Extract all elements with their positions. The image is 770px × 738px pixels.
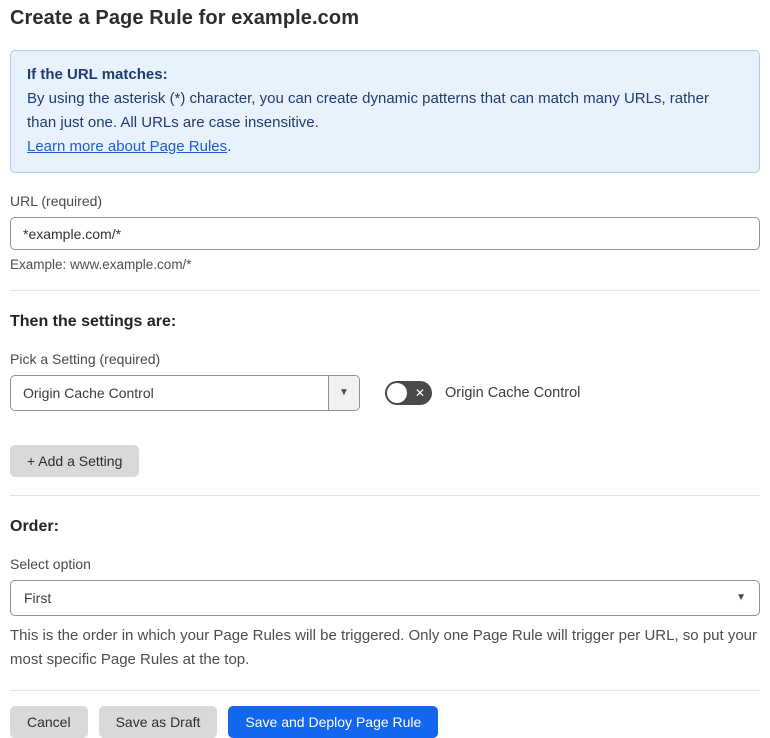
setting-select-value: Origin Cache Control (23, 385, 154, 401)
save-and-deploy-button[interactable]: Save and Deploy Page Rule (228, 706, 439, 738)
info-box-body: By using the asterisk (*) character, you… (27, 90, 709, 131)
order-select-value: First (24, 590, 52, 606)
learn-more-link[interactable]: Learn more about Page Rules (27, 138, 227, 155)
select-option-label: Select option (10, 556, 91, 572)
add-setting-button[interactable]: + Add a Setting (10, 445, 140, 477)
toggle-knob (387, 383, 407, 403)
toggle-off-x-icon: ✕ (414, 386, 425, 400)
order-helper-text: This is the order in which your Page Rul… (10, 627, 758, 668)
info-box-heading: If the URL matches: (27, 66, 168, 83)
divider (10, 495, 760, 496)
settings-section-heading: Then the settings are: (10, 313, 177, 330)
url-match-info-box: If the URL matches: By using the asteris… (10, 50, 760, 173)
url-helper-text: Example: www.example.com/* (10, 257, 192, 272)
cancel-button[interactable]: Cancel (10, 706, 88, 738)
pick-setting-label: Pick a Setting (required) (10, 351, 161, 367)
link-suffix: . (227, 138, 232, 155)
chevron-down-icon: ▼ (339, 387, 349, 398)
toggle-label: Origin Cache Control (445, 385, 581, 401)
info-box-link-line: Learn more about Page Rules. (27, 135, 743, 159)
divider (10, 290, 760, 291)
setting-select[interactable]: Origin Cache Control ▼ (10, 375, 360, 411)
origin-cache-control-toggle[interactable]: ✕ (385, 381, 432, 405)
chevron-down-icon: ▼ (736, 592, 746, 603)
footer-actions: Cancel Save as Draft Save and Deploy Pag… (10, 706, 760, 738)
divider (10, 690, 760, 691)
url-input[interactable] (10, 217, 760, 250)
url-label: URL (required) (10, 193, 103, 209)
order-select[interactable]: First ▼ (10, 580, 760, 616)
page-title: Create a Page Rule for example.com (10, 7, 360, 29)
save-as-draft-button[interactable]: Save as Draft (98, 706, 218, 738)
origin-cache-control-toggle-group: ✕ Origin Cache Control (385, 381, 580, 405)
create-page-rule-form: Create a Page Rule for example.com If th… (0, 0, 770, 738)
order-section-heading: Order: (10, 518, 59, 535)
setting-select-caret-button[interactable]: ▼ (328, 376, 359, 410)
setting-row: Origin Cache Control ▼ ✕ Origin Cache Co… (10, 375, 760, 411)
